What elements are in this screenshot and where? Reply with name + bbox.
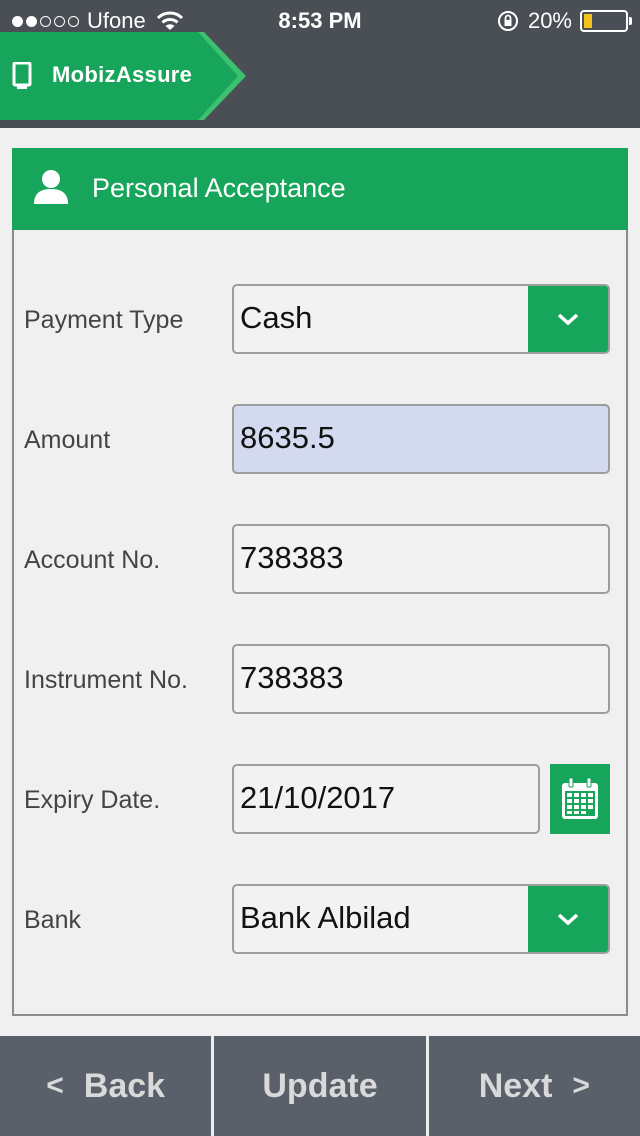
app-brand-tab[interactable]: MobizAssure	[0, 32, 246, 120]
instrument-no-label: Instrument No.	[24, 666, 188, 694]
expiry-date-input[interactable]: 21/10/2017	[232, 764, 540, 834]
amount-row: Amount 8635.5	[14, 404, 626, 474]
amount-input[interactable]: 8635.5	[232, 404, 610, 474]
expiry-date-row: Expiry Date. 21/10/2017	[14, 764, 626, 834]
bank-value: Bank Albilad	[240, 900, 411, 935]
calendar-icon	[562, 777, 598, 819]
battery-percent: 20%	[527, 8, 572, 33]
chevron-down-icon	[557, 913, 579, 926]
top-bar: Ufone 8:53 PM 20% MobizAssure	[0, 0, 640, 128]
account-no-row: Account No. 738383	[14, 524, 626, 594]
back-button-label: Back	[83, 1066, 166, 1105]
personal-acceptance-card: Personal Acceptance Payment Type Cash Am…	[12, 148, 628, 1016]
payment-type-dropdown-button[interactable]	[528, 286, 608, 352]
account-no-label: Account No.	[24, 546, 161, 574]
payment-type-value: Cash	[240, 300, 313, 335]
account-no-input[interactable]: 738383	[232, 524, 610, 594]
instrument-no-input[interactable]: 738383	[232, 644, 610, 714]
card-header: Personal Acceptance	[12, 148, 628, 230]
section-title: Personal Acceptance	[92, 173, 346, 203]
bank-label: Bank	[24, 906, 81, 934]
calendar-button[interactable]	[550, 764, 610, 834]
user-icon	[34, 170, 68, 204]
next-button[interactable]: Next >	[429, 1036, 640, 1136]
phone-icon	[12, 62, 32, 89]
payment-type-label: Payment Type	[24, 306, 184, 334]
back-arrow-icon: <	[46, 1069, 64, 1102]
back-button[interactable]: < Back	[0, 1036, 215, 1136]
bank-select[interactable]: Bank Albilad	[232, 884, 610, 954]
battery-icon	[580, 10, 632, 32]
app-name: MobizAssure	[52, 62, 193, 87]
payment-type-row: Payment Type Cash	[14, 284, 626, 354]
status-right: 20%	[496, 8, 632, 34]
update-button[interactable]: Update	[214, 1036, 429, 1136]
chevron-down-icon	[557, 313, 579, 326]
next-button-label: Next	[478, 1066, 553, 1105]
update-button-label: Update	[262, 1066, 378, 1105]
bank-row: Bank Bank Albilad	[14, 884, 626, 954]
bank-dropdown-button[interactable]	[528, 886, 608, 952]
amount-label: Amount	[24, 426, 111, 454]
expiry-date-label: Expiry Date.	[24, 786, 161, 814]
instrument-no-row: Instrument No. 738383	[14, 644, 626, 714]
orientation-lock-icon	[497, 11, 518, 31]
battery-fill	[584, 14, 592, 28]
next-arrow-icon: >	[572, 1069, 590, 1102]
payment-type-select[interactable]: Cash	[232, 284, 610, 354]
bottom-action-bar: < Back Update Next >	[0, 1036, 640, 1136]
